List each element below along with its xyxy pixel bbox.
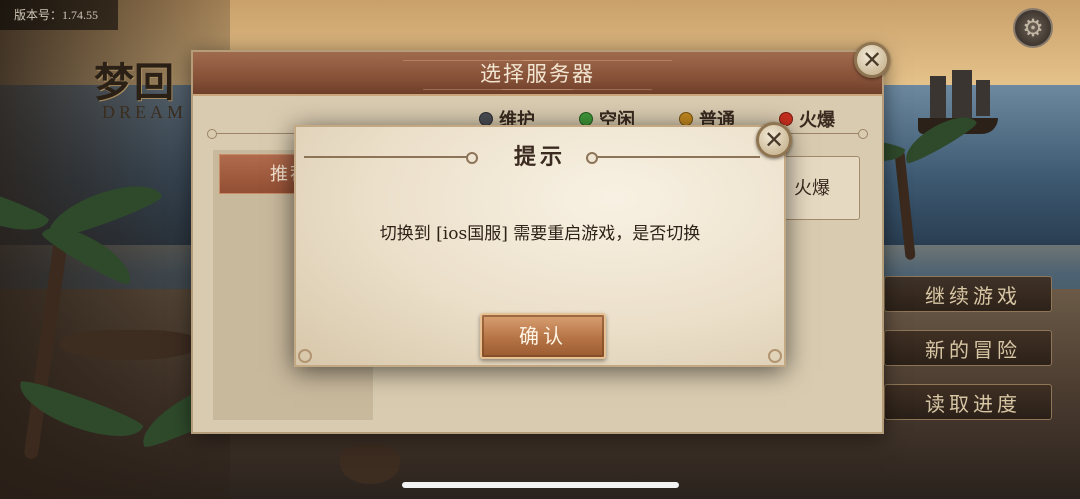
confirm-button[interactable]: 确认 <box>480 313 606 359</box>
gear-icon: ⚙ <box>1022 14 1044 42</box>
boat <box>60 330 200 360</box>
new-adventure-button[interactable]: 新的冒险 <box>884 330 1052 366</box>
legend-label: 火爆 <box>799 110 835 131</box>
panel-title: 选择服务器 <box>480 62 595 86</box>
settings-button[interactable]: ⚙ <box>1013 8 1053 48</box>
status-dot-icon <box>479 112 493 126</box>
version-label: 版本号：1.74.55 <box>0 0 118 30</box>
close-dialog-button[interactable]: ✕ <box>756 122 792 158</box>
home-indicator[interactable] <box>402 482 679 488</box>
close-icon: ✕ <box>861 46 883 74</box>
status-dot-icon <box>679 112 693 126</box>
continue-game-button[interactable]: 继续游戏 <box>884 276 1052 312</box>
panel-header: 选择服务器 <box>193 52 882 96</box>
close-server-panel-button[interactable]: ✕ <box>854 42 890 78</box>
hint-dialog: 提示 切换到 [ios国服] 需要重启游戏，是否切换 确认 <box>294 125 786 367</box>
title-ornament-right <box>586 152 760 164</box>
dialog-message: 切换到 [ios国服] 需要重启游戏，是否切换 <box>379 224 701 244</box>
status-dot-icon <box>579 112 593 126</box>
close-icon: ✕ <box>763 126 785 154</box>
load-progress-button[interactable]: 读取进度 <box>884 384 1052 420</box>
logo-title: 梦回 <box>94 59 174 106</box>
main-menu: 继续游戏 新的冒险 读取进度 <box>884 276 1054 438</box>
boat <box>340 444 400 484</box>
